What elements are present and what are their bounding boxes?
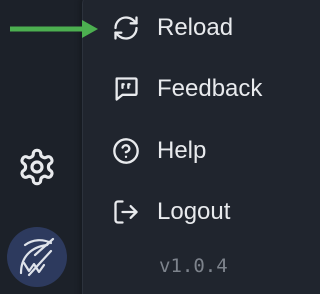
menu-item-reload[interactable]: Reload	[110, 8, 233, 48]
logout-icon	[110, 196, 142, 228]
avatar-icon	[19, 237, 55, 277]
help-icon	[110, 135, 142, 167]
app-root: Reload Feedback Help Logout v1.0.4	[0, 0, 320, 294]
menu-item-label: Help	[157, 137, 207, 164]
menu-item-logout[interactable]: Logout	[110, 192, 230, 232]
feedback-icon	[110, 73, 142, 105]
user-avatar[interactable]	[7, 227, 67, 287]
menu-item-help[interactable]: Help	[110, 131, 206, 171]
arrow-right-icon	[10, 20, 98, 38]
menu-item-label: Logout	[157, 198, 231, 225]
menu-item-label: Feedback	[157, 75, 263, 102]
gear-icon	[20, 148, 54, 186]
version-label: v1.0.4	[159, 255, 228, 277]
menu-item-feedback[interactable]: Feedback	[110, 69, 262, 109]
settings-button[interactable]	[17, 147, 57, 187]
menu-item-label: Reload	[157, 14, 234, 41]
sidebar	[0, 0, 82, 294]
reload-icon	[110, 12, 142, 44]
